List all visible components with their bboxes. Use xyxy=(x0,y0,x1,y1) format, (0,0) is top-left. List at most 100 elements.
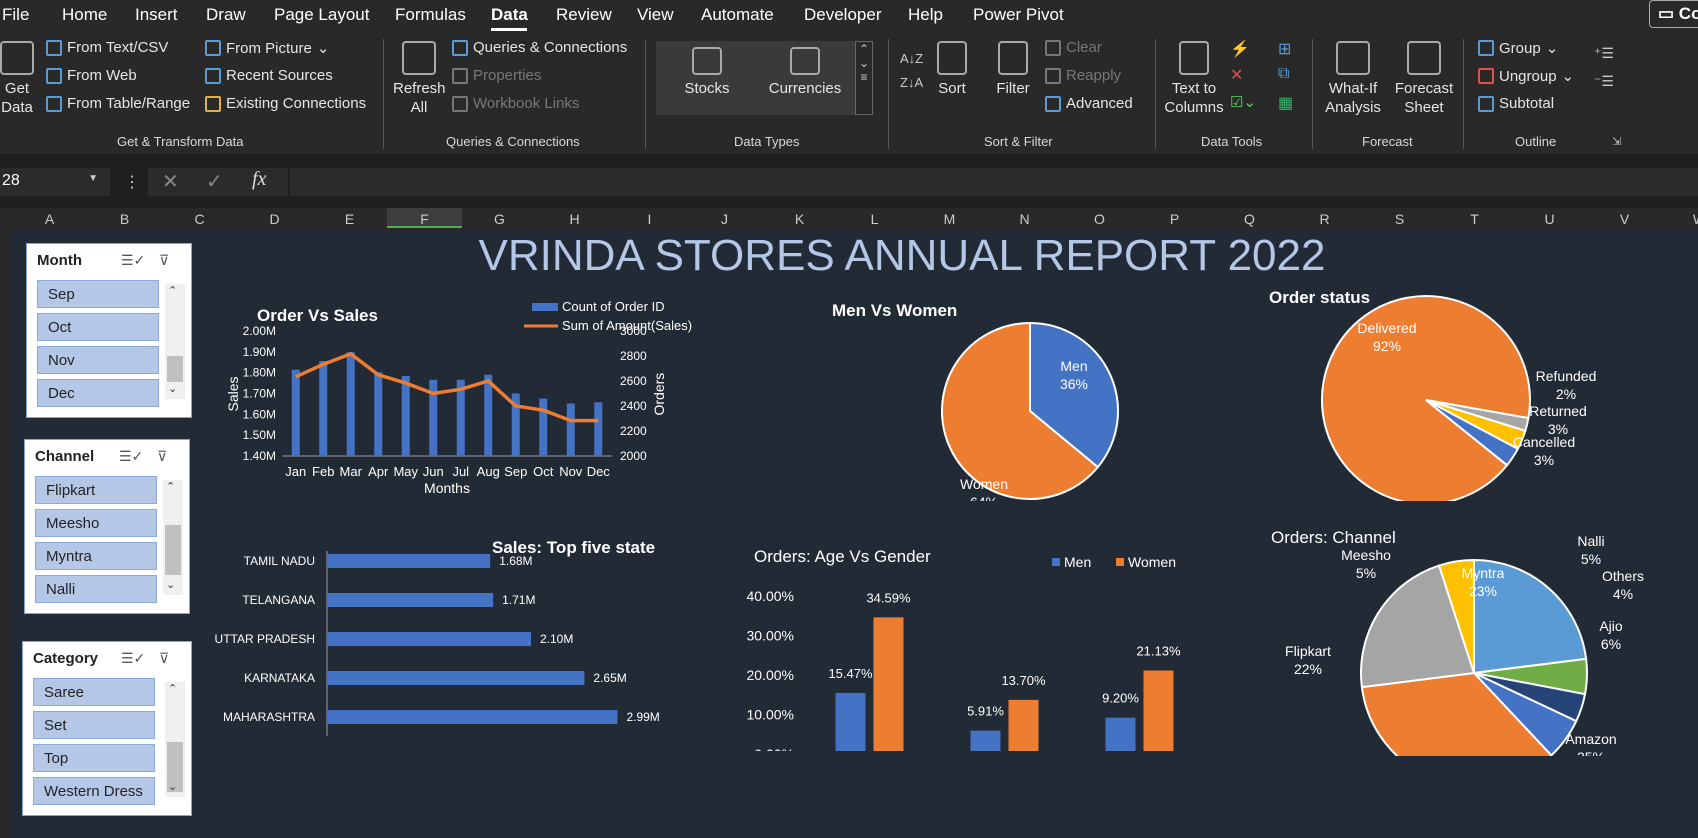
multi-select-icon[interactable]: ☰✓ xyxy=(119,448,143,466)
tab-data[interactable]: Data xyxy=(491,5,528,25)
order-status-chart[interactable]: Order status Delivered 92% Refunded 2%Return… xyxy=(1252,276,1682,501)
chevron-down-icon[interactable]: ⌄ xyxy=(168,382,177,395)
column-header-u[interactable]: U xyxy=(1512,211,1587,227)
filter-button[interactable]: Filter xyxy=(992,41,1034,98)
state-bar[interactable] xyxy=(327,710,618,724)
clear-filter-icon[interactable]: ⊽ xyxy=(159,252,179,270)
column-header-k[interactable]: K xyxy=(762,211,837,227)
slicer-item[interactable]: Set xyxy=(33,711,155,739)
age-bar[interactable] xyxy=(1008,699,1039,751)
state-bar[interactable] xyxy=(327,554,491,568)
slicer-item[interactable]: Flipkart xyxy=(35,476,157,504)
slicer-item[interactable]: Sep xyxy=(37,280,159,308)
tab-home[interactable]: Home xyxy=(62,5,107,25)
from-web-button[interactable]: From Web xyxy=(46,67,137,84)
column-header-i[interactable]: I xyxy=(612,211,687,227)
tab-help[interactable]: Help xyxy=(908,5,943,25)
slicer-item[interactable]: Nov xyxy=(37,346,159,374)
slicer-item[interactable]: Oct xyxy=(37,313,159,341)
subtotal-button[interactable]: Subtotal xyxy=(1478,95,1554,112)
chevron-up-icon[interactable]: ⌃ xyxy=(168,284,177,297)
column-header-l[interactable]: L xyxy=(837,211,912,227)
age-vs-gender-chart[interactable]: Orders: Age Vs Gender Men Women 40.00% 30.00… xyxy=(732,521,1222,751)
column-header-g[interactable]: G xyxy=(462,211,537,227)
workbook-links-button[interactable]: Workbook Links xyxy=(452,95,579,112)
refresh-all-button[interactable]: Refresh All xyxy=(393,41,446,117)
tab-insert[interactable]: Insert xyxy=(135,5,178,25)
comments-button[interactable]: ▭ Co xyxy=(1649,0,1698,28)
tab-file[interactable]: File xyxy=(2,5,29,25)
order-bar[interactable] xyxy=(566,403,575,457)
clear-filter-icon[interactable]: ⊽ xyxy=(159,650,179,668)
text-to-columns-button[interactable]: Text to Columns xyxy=(1162,41,1226,117)
chevron-up-icon[interactable]: ⌃ xyxy=(168,682,177,695)
get-data-button[interactable]: Get Data xyxy=(0,41,34,117)
slicer-scrollbar[interactable]: ⌃ ⌄ xyxy=(163,480,183,595)
chevron-up-icon[interactable]: ⌃ xyxy=(166,480,175,493)
column-header-j[interactable]: J xyxy=(687,211,762,227)
order-bar[interactable] xyxy=(401,376,410,456)
top-five-state-chart[interactable]: Sales: Top five stateTAMIL NADU 1.68MTELA… xyxy=(202,521,712,736)
column-header-v[interactable]: V xyxy=(1587,211,1662,227)
men-vs-women-chart[interactable]: Men Vs Women Men 36% Women 64% xyxy=(832,291,1132,501)
column-header-s[interactable]: S xyxy=(1362,211,1437,227)
multi-select-icon[interactable]: ☰✓ xyxy=(121,650,145,668)
flash-fill-icon[interactable]: ⚡ xyxy=(1230,39,1252,59)
reapply-button[interactable]: Reapply xyxy=(1045,67,1121,84)
ungroup-button[interactable]: Ungroup ⌄ xyxy=(1478,67,1574,85)
what-if-analysis-button[interactable]: What-If Analysis xyxy=(1318,41,1388,117)
column-header-f[interactable]: F xyxy=(387,208,462,228)
advanced-button[interactable]: Advanced xyxy=(1045,95,1133,112)
order-bar[interactable] xyxy=(291,369,300,456)
data-model-icon[interactable]: ▦ xyxy=(1278,93,1300,113)
column-header-e[interactable]: E xyxy=(312,211,387,227)
column-header-t[interactable]: T xyxy=(1437,211,1512,227)
slicer-item[interactable]: Saree xyxy=(33,678,155,706)
data-validation-icon[interactable]: ☑⌄ xyxy=(1230,93,1266,113)
function-icon[interactable]: fx xyxy=(252,168,266,191)
column-header-n[interactable]: N xyxy=(987,211,1062,227)
age-bar[interactable] xyxy=(835,692,866,751)
multi-select-icon[interactable]: ☰✓ xyxy=(121,252,145,270)
from-table-button[interactable]: From Table/Range xyxy=(46,95,190,112)
column-header-p[interactable]: P xyxy=(1137,211,1212,227)
column-header-m[interactable]: M xyxy=(912,211,987,227)
from-text-csv-button[interactable]: From Text/CSV xyxy=(46,39,168,56)
show-hide-detail-icons[interactable]: ⁺☰ ⁻☰ xyxy=(1594,39,1614,95)
state-bar[interactable] xyxy=(327,671,585,685)
more-options-icon[interactable]: ⋮ xyxy=(124,172,140,192)
sort-button[interactable]: Sort xyxy=(932,41,972,98)
tab-page-layout[interactable]: Page Layout xyxy=(274,5,369,25)
slicer-item[interactable]: Meesho xyxy=(35,509,157,537)
scroll-thumb[interactable] xyxy=(165,525,181,575)
remove-duplicates-icon[interactable]: ✕ xyxy=(1230,65,1252,85)
age-bar[interactable] xyxy=(970,730,1001,751)
slicer-item[interactable]: Top xyxy=(33,744,155,772)
column-header-r[interactable]: R xyxy=(1287,211,1362,227)
order-vs-sales-chart[interactable]: Order Vs Sales Count of Order IDSum of Am… xyxy=(202,291,742,501)
column-header-d[interactable]: D xyxy=(237,211,312,227)
column-header-o[interactable]: O xyxy=(1062,211,1137,227)
currencies-button[interactable]: Currencies xyxy=(765,47,845,98)
queries-connections-button[interactable]: Queries & Connections xyxy=(452,39,627,56)
clear-filter-icon[interactable]: ⊽ xyxy=(157,448,177,466)
column-header-c[interactable]: C xyxy=(162,211,237,227)
tab-view[interactable]: View xyxy=(637,5,674,25)
state-bar[interactable] xyxy=(327,593,494,607)
slicer-scrollbar[interactable]: ⌃ ⌄ xyxy=(165,682,185,797)
stocks-button[interactable]: Stocks xyxy=(675,47,739,98)
slicer-item[interactable]: Western Dress xyxy=(33,777,155,805)
order-bar[interactable] xyxy=(319,361,328,456)
chevron-down-icon[interactable]: ⌄ xyxy=(168,780,177,793)
consolidate-icon[interactable]: ⊞ xyxy=(1278,39,1300,59)
group-button[interactable]: Group ⌄ xyxy=(1478,39,1558,57)
slicer-item[interactable]: Myntra xyxy=(35,542,157,570)
tab-review[interactable]: Review xyxy=(556,5,612,25)
order-bar[interactable] xyxy=(484,374,493,456)
column-header-b[interactable]: B xyxy=(87,211,162,227)
state-bar[interactable] xyxy=(327,632,531,646)
slicer-item[interactable]: Dec xyxy=(37,379,159,407)
scroll-thumb[interactable] xyxy=(167,356,183,382)
forecast-sheet-button[interactable]: Forecast Sheet xyxy=(1393,41,1455,117)
relationships-icon[interactable]: ⧉ xyxy=(1278,65,1300,85)
